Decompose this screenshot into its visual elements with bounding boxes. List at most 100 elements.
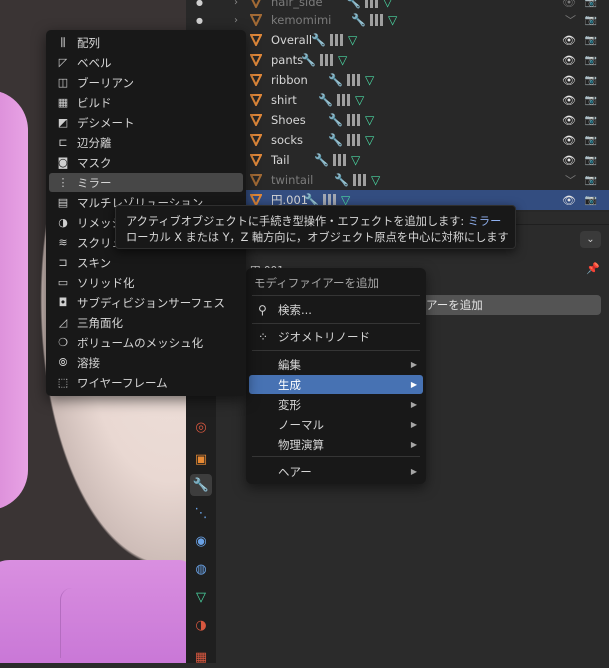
modifier-category-item[interactable]: ノーマル ▶ xyxy=(249,415,423,434)
camera-icon[interactable]: 📷 xyxy=(585,0,597,8)
outliner-row[interactable]: pants 🔧 ▽ 👁 📷 xyxy=(186,50,609,70)
camera-icon[interactable]: 📷 xyxy=(585,155,597,166)
modifier-wrench-icon[interactable]: 🔧 xyxy=(311,33,326,47)
visibility-dot-icon[interactable]: ● xyxy=(196,16,203,25)
geometry-nodes-item[interactable]: ⁘ ジオメトリノード xyxy=(249,327,423,346)
modifier-wrench-icon[interactable]: 🔧 xyxy=(314,153,329,167)
modifier-wrench-icon[interactable]: 🔧 xyxy=(351,13,366,27)
outliner-object-name[interactable]: kemomimi xyxy=(271,13,331,27)
eye-icon[interactable]: 👁 xyxy=(562,54,576,67)
camera-icon[interactable]: 📷 xyxy=(585,35,597,46)
texture-icon[interactable]: ▦ xyxy=(190,646,212,668)
generate-modifier-item[interactable]: ◩ デシメート xyxy=(49,113,243,132)
modifier-wrench-icon[interactable]: 🔧 xyxy=(328,73,343,87)
modifier-category-item[interactable]: ヘアー ▶ xyxy=(249,462,423,481)
mesh-data-icon[interactable]: ▽ xyxy=(348,33,357,47)
generate-modifier-item[interactable]: ❍ ボリュームのメッシュ化 xyxy=(49,333,243,352)
generate-modifier-item[interactable]: ▭ ソリッド化 xyxy=(49,273,243,292)
eye-icon[interactable]: 👁 xyxy=(562,154,576,167)
material-icon[interactable]: ◑ xyxy=(190,614,212,636)
generate-modifier-item[interactable]: ◸ ベベル xyxy=(49,53,243,72)
eye-icon[interactable]: 👁 xyxy=(562,194,576,207)
outliner-object-name[interactable]: socks xyxy=(271,133,303,147)
camera-icon[interactable]: 📷 xyxy=(585,195,597,206)
outliner-object-name[interactable]: Shoes xyxy=(271,113,306,127)
expand-arrow-icon[interactable]: › xyxy=(234,15,238,26)
outliner-row[interactable]: Shoes 🔧 ▽ 👁 📷 xyxy=(186,110,609,130)
outliner-row[interactable]: ● › kemomimi 🔧 ▽ ﹀ 📷 xyxy=(186,10,609,30)
outliner-panel[interactable]: ● › hair_side 🔧 ▽ 👁 📷 ● › kemomimi 🔧 ▽ ﹀ 📷 Overall 🔧 ▽ 👁 📷… xyxy=(186,0,609,212)
outliner-object-name[interactable]: shirt xyxy=(271,93,297,107)
mesh-data-icon[interactable]: ▽ xyxy=(190,586,212,608)
outliner-object-name[interactable]: twintail xyxy=(271,173,313,187)
modifier-wrench-icon[interactable]: 🔧 xyxy=(334,173,349,187)
eye-icon[interactable]: 👁 xyxy=(562,114,576,127)
modifier-wrench-icon[interactable]: 🔧 xyxy=(328,113,343,127)
mesh-data-icon[interactable]: ▽ xyxy=(365,133,374,147)
eye-icon[interactable]: 👁 xyxy=(562,74,576,87)
modifier-category-item[interactable]: 生成 ▶ xyxy=(249,375,423,394)
outliner-row[interactable]: twintail 🔧 ▽ ﹀ 📷 xyxy=(186,170,609,190)
mesh-data-icon[interactable]: ▽ xyxy=(388,13,397,27)
generate-modifier-item[interactable]: ◫ ブーリアン xyxy=(49,73,243,92)
generate-modifier-item[interactable]: ⬚ ワイヤーフレーム xyxy=(49,373,243,392)
generate-modifier-item[interactable]: ⫼ 配列 xyxy=(49,33,243,52)
generate-modifier-item[interactable]: ◿ 三角面化 xyxy=(49,313,243,332)
generate-modifier-item[interactable]: ⦾ 溶接 xyxy=(49,353,243,372)
modifier-category-item[interactable]: 変形 ▶ xyxy=(249,395,423,414)
camera-icon[interactable]: 📷 xyxy=(585,175,597,186)
camera-icon[interactable]: 📷 xyxy=(585,75,597,86)
outliner-object-name[interactable]: hair_side xyxy=(271,0,323,9)
generate-modifier-item[interactable]: ◙ マスク xyxy=(49,153,243,172)
modifier-wrench-icon[interactable]: 🔧 xyxy=(318,93,333,107)
generate-modifier-item[interactable]: ▦ ビルド xyxy=(49,93,243,112)
generate-modifier-item[interactable]: ⊐ スキン xyxy=(49,253,243,272)
mesh-data-icon[interactable]: ▽ xyxy=(365,73,374,87)
generate-modifier-item[interactable]: ◘ サブディビジョンサーフェス xyxy=(49,293,243,312)
modifier-search-item[interactable]: ⚲ 検索... xyxy=(249,300,423,319)
camera-icon[interactable]: 📷 xyxy=(585,15,597,26)
modifier-category-item[interactable]: 物理演算 ▶ xyxy=(249,435,423,454)
generate-modifier-item[interactable]: ⋮ ミラー xyxy=(49,173,243,192)
constraints-icon[interactable]: ◍ xyxy=(190,558,212,580)
hidden-eye-icon[interactable]: ﹀ xyxy=(565,12,576,28)
modifier-wrench-icon[interactable]: 🔧 xyxy=(346,0,361,9)
camera-icon[interactable]: 📷 xyxy=(585,135,597,146)
world-icon[interactable]: ◎ xyxy=(190,416,212,438)
outliner-object-name[interactable]: Overall xyxy=(271,33,312,47)
pin-icon[interactable]: 📌 xyxy=(586,262,600,275)
particles-icon[interactable]: ⋱ xyxy=(190,502,212,524)
outliner-object-name[interactable]: ribbon xyxy=(271,73,308,87)
hidden-eye-icon[interactable]: ﹀ xyxy=(565,172,576,188)
modifier-wrench-icon[interactable]: 🔧 xyxy=(328,133,343,147)
modifier-wrench-icon[interactable]: 🔧 xyxy=(190,474,212,496)
outliner-row[interactable]: ribbon 🔧 ▽ 👁 📷 xyxy=(186,70,609,90)
eye-icon[interactable]: 👁 xyxy=(562,94,576,107)
camera-icon[interactable]: 📷 xyxy=(585,95,597,106)
mesh-data-icon[interactable]: ▽ xyxy=(338,53,347,67)
generate-modifier-item[interactable]: ⊏ 辺分離 xyxy=(49,133,243,152)
outliner-row[interactable]: socks 🔧 ▽ 👁 📷 xyxy=(186,130,609,150)
add-modifier-button[interactable]: アーを追加 xyxy=(414,295,601,315)
outliner-object-name[interactable]: pants xyxy=(271,53,303,67)
mesh-data-icon[interactable]: ▽ xyxy=(383,0,392,9)
camera-icon[interactable]: 📷 xyxy=(585,55,597,66)
visibility-dot-icon[interactable]: ● xyxy=(196,0,203,7)
camera-icon[interactable]: 📷 xyxy=(585,115,597,126)
mesh-data-icon[interactable]: ▽ xyxy=(351,153,360,167)
outliner-object-name[interactable]: Tail xyxy=(271,153,290,167)
eye-icon[interactable]: 👁 xyxy=(562,134,576,147)
outliner-row[interactable]: Overall 🔧 ▽ 👁 📷 xyxy=(186,30,609,50)
mesh-data-icon[interactable]: ▽ xyxy=(371,173,380,187)
properties-collapse-button[interactable]: ⌄ xyxy=(580,231,601,248)
object-icon[interactable]: ▣ xyxy=(190,448,212,470)
outliner-row[interactable]: Tail 🔧 ▽ 👁 📷 xyxy=(186,150,609,170)
modifier-category-item[interactable]: 編集 ▶ xyxy=(249,355,423,374)
eye-icon[interactable]: 👁 xyxy=(562,0,576,9)
mesh-data-icon[interactable]: ▽ xyxy=(355,93,364,107)
modifier-wrench-icon[interactable]: 🔧 xyxy=(301,53,316,67)
expand-arrow-icon[interactable]: › xyxy=(234,0,238,8)
outliner-row[interactable]: shirt 🔧 ▽ 👁 📷 xyxy=(186,90,609,110)
mesh-data-icon[interactable]: ▽ xyxy=(365,113,374,127)
physics-icon[interactable]: ◉ xyxy=(190,530,212,552)
